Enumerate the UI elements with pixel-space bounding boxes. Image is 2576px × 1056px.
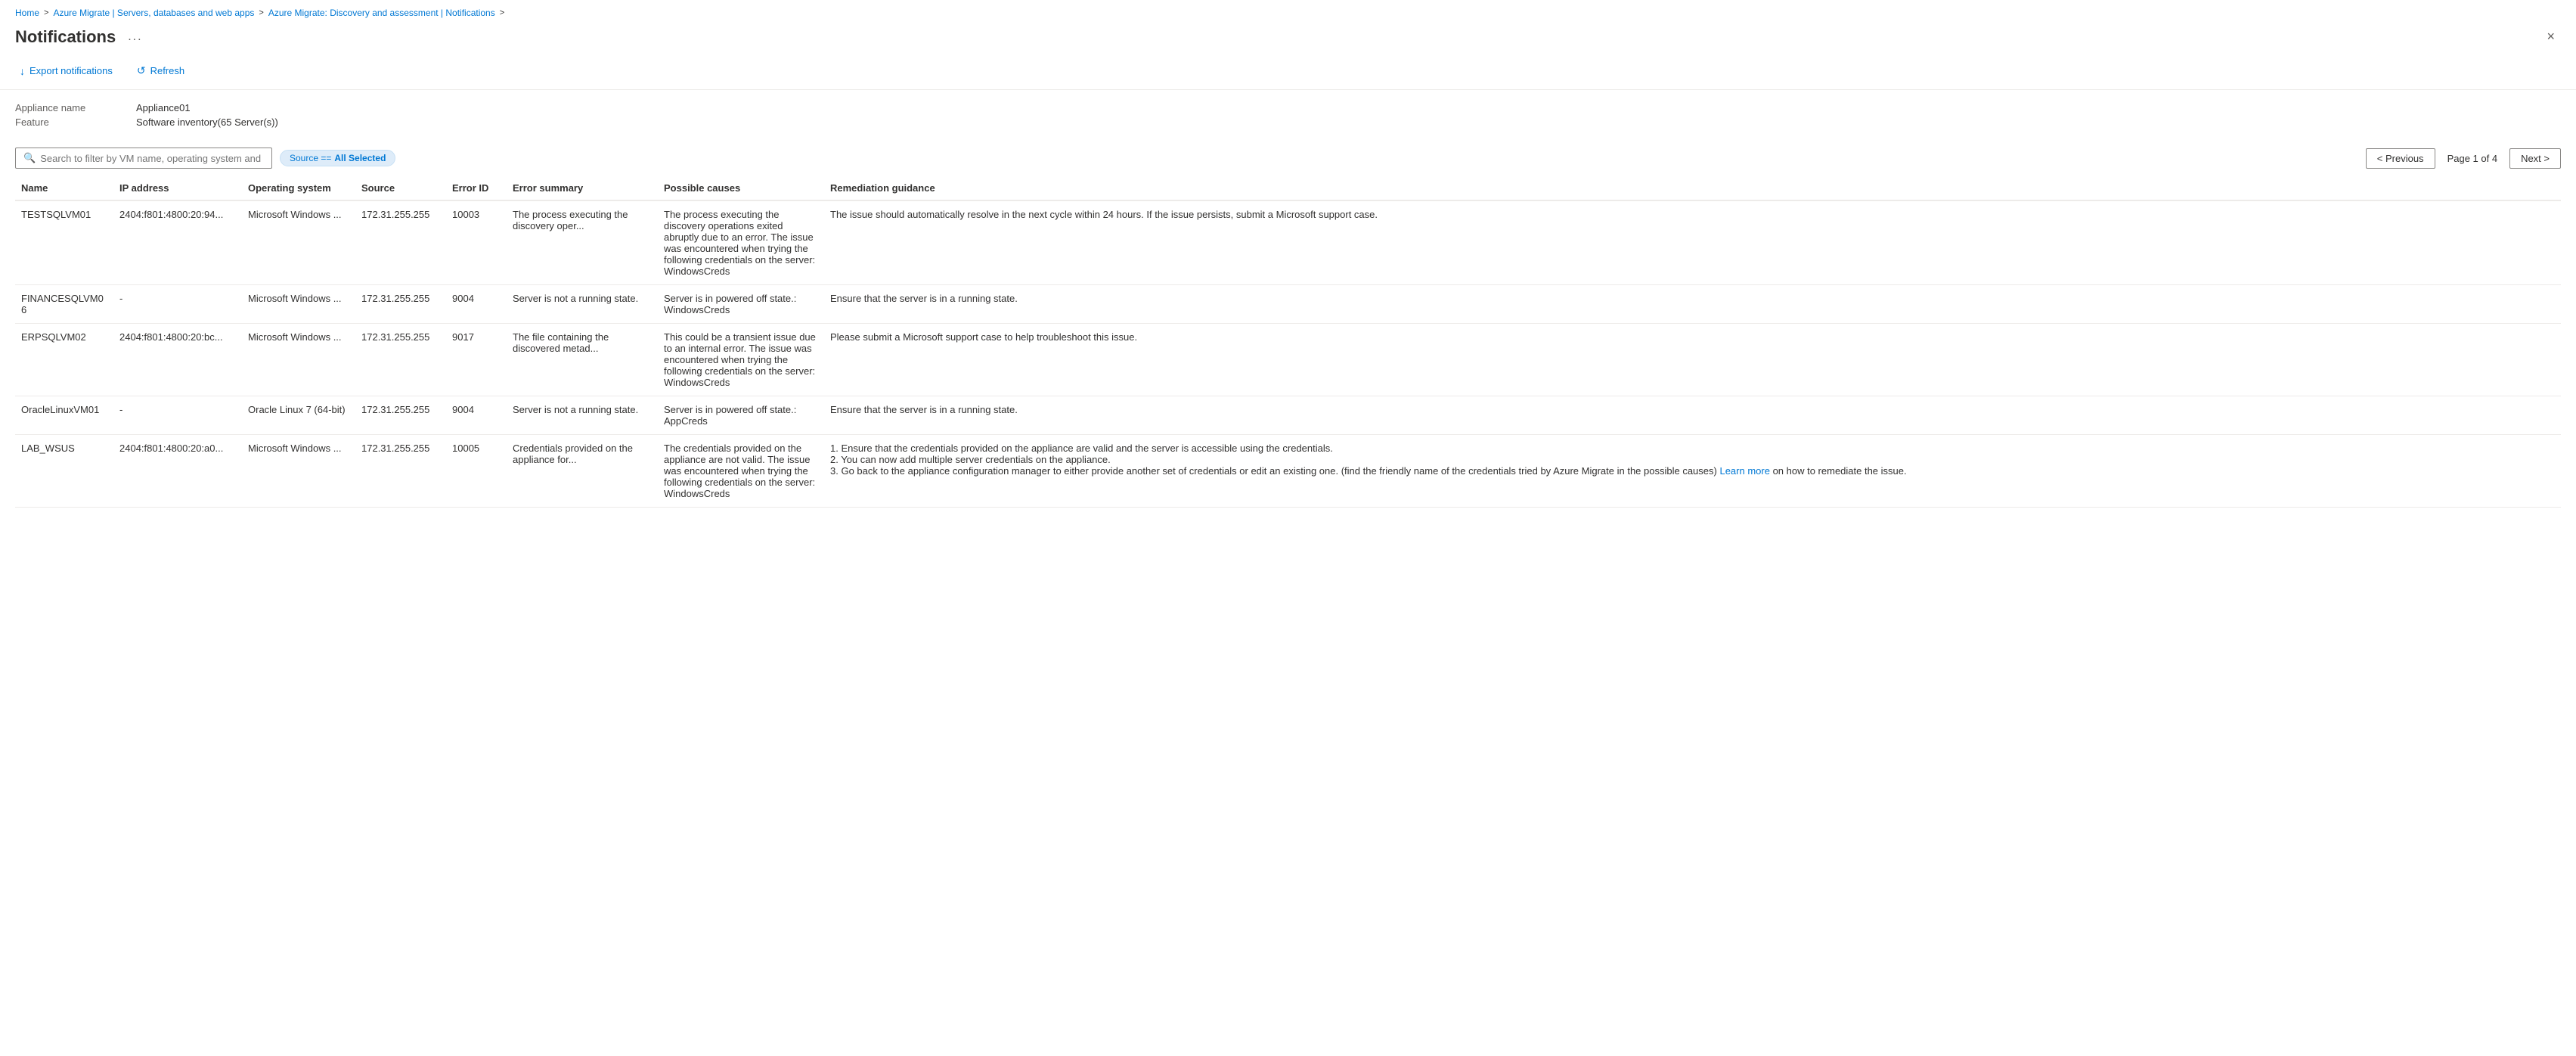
cell-possible-causes: Server is in powered off state.: AppCred… xyxy=(658,396,824,435)
table-row: LAB_WSUS2404:f801:4800:20:a0...Microsoft… xyxy=(15,435,2561,508)
filter-bar: 🔍 Source == All Selected < Previous Page… xyxy=(0,140,2576,176)
filter-right: < Previous Page 1 of 4 Next > xyxy=(2366,148,2561,169)
next-button[interactable]: Next > xyxy=(2509,148,2561,169)
cell-ip: - xyxy=(113,285,242,324)
cell-error-summary: Server is not a running state. xyxy=(507,285,658,324)
toolbar: ↓ Export notifications ↺ Refresh xyxy=(0,57,2576,90)
cell-os: Microsoft Windows ... xyxy=(242,435,355,508)
cell-os: Microsoft Windows ... xyxy=(242,285,355,324)
table-row: ERPSQLVM022404:f801:4800:20:bc...Microso… xyxy=(15,324,2561,396)
ellipsis-button[interactable]: ... xyxy=(123,29,147,45)
learn-more-link[interactable]: Learn more xyxy=(1719,465,1769,477)
cell-source: 172.31.255.255 xyxy=(355,200,446,285)
appliance-value: Appliance01 xyxy=(136,102,2561,113)
col-header-possible-causes[interactable]: Possible causes xyxy=(658,176,824,200)
source-tag-prefix: Source == xyxy=(290,153,331,163)
export-icon: ↓ xyxy=(20,65,25,77)
cell-remediation: The issue should automatically resolve i… xyxy=(824,200,2561,285)
breadcrumb-notifications[interactable]: Azure Migrate: Discovery and assessment … xyxy=(268,8,495,18)
page-title: Notifications xyxy=(15,27,116,47)
cell-error-id: 9004 xyxy=(446,285,507,324)
refresh-icon: ↺ xyxy=(137,64,146,77)
cell-error-summary: The file containing the discovered metad… xyxy=(507,324,658,396)
page-info: Page 1 of 4 xyxy=(2443,153,2503,164)
cell-remediation: Ensure that the server is in a running s… xyxy=(824,285,2561,324)
search-box: 🔍 xyxy=(15,148,272,169)
cell-possible-causes: This could be a transient issue due to a… xyxy=(658,324,824,396)
notifications-table: Name IP address Operating system Source … xyxy=(15,176,2561,508)
cell-source: 172.31.255.255 xyxy=(355,435,446,508)
cell-os: Oracle Linux 7 (64-bit) xyxy=(242,396,355,435)
breadcrumb: Home > Azure Migrate | Servers, database… xyxy=(0,0,2576,23)
cell-remediation: Ensure that the server is in a running s… xyxy=(824,396,2561,435)
cell-ip: - xyxy=(113,396,242,435)
feature-value: Software inventory(65 Server(s)) xyxy=(136,116,2561,128)
cell-remediation: 1. Ensure that the credentials provided … xyxy=(824,435,2561,508)
export-label: Export notifications xyxy=(29,65,113,76)
cell-error-summary: Server is not a running state. xyxy=(507,396,658,435)
breadcrumb-home[interactable]: Home xyxy=(15,8,39,18)
table-header: Name IP address Operating system Source … xyxy=(15,176,2561,200)
cell-source: 172.31.255.255 xyxy=(355,324,446,396)
source-filter-tag[interactable]: Source == All Selected xyxy=(280,150,395,166)
search-icon: 🔍 xyxy=(23,152,36,164)
refresh-button[interactable]: ↺ Refresh xyxy=(132,61,189,80)
table-body: TESTSQLVM012404:f801:4800:20:94...Micros… xyxy=(15,200,2561,508)
col-header-ip[interactable]: IP address xyxy=(113,176,242,200)
col-header-remediation[interactable]: Remediation guidance xyxy=(824,176,2561,200)
title-area: Notifications ... xyxy=(15,27,147,47)
export-notifications-button[interactable]: ↓ Export notifications xyxy=(15,62,117,80)
table-row: FINANCESQLVM06-Microsoft Windows ...172.… xyxy=(15,285,2561,324)
cell-source: 172.31.255.255 xyxy=(355,285,446,324)
col-header-name[interactable]: Name xyxy=(15,176,113,200)
source-tag-value: All Selected xyxy=(334,153,386,163)
table-row: TESTSQLVM012404:f801:4800:20:94...Micros… xyxy=(15,200,2561,285)
cell-error-id: 9017 xyxy=(446,324,507,396)
cell-error-summary: Credentials provided on the appliance fo… xyxy=(507,435,658,508)
cell-ip: 2404:f801:4800:20:a0... xyxy=(113,435,242,508)
cell-possible-causes: Server is in powered off state.: Windows… xyxy=(658,285,824,324)
cell-error-id: 10005 xyxy=(446,435,507,508)
cell-remediation: Please submit a Microsoft support case t… xyxy=(824,324,2561,396)
table-row: OracleLinuxVM01-Oracle Linux 7 (64-bit)1… xyxy=(15,396,2561,435)
previous-button[interactable]: < Previous xyxy=(2366,148,2435,169)
cell-name: OracleLinuxVM01 xyxy=(15,396,113,435)
cell-name: FINANCESQLVM06 xyxy=(15,285,113,324)
search-input[interactable] xyxy=(40,153,264,164)
page-header: Notifications ... × xyxy=(0,23,2576,57)
cell-os: Microsoft Windows ... xyxy=(242,200,355,285)
col-header-source[interactable]: Source xyxy=(355,176,446,200)
cell-ip: 2404:f801:4800:20:bc... xyxy=(113,324,242,396)
feature-label: Feature xyxy=(15,116,136,128)
appliance-label: Appliance name xyxy=(15,102,136,113)
cell-error-id: 9004 xyxy=(446,396,507,435)
cell-possible-causes: The credentials provided on the applianc… xyxy=(658,435,824,508)
cell-source: 172.31.255.255 xyxy=(355,396,446,435)
refresh-label: Refresh xyxy=(150,65,185,76)
notifications-table-container: Name IP address Operating system Source … xyxy=(0,176,2576,508)
cell-error-id: 10003 xyxy=(446,200,507,285)
cell-name: ERPSQLVM02 xyxy=(15,324,113,396)
cell-os: Microsoft Windows ... xyxy=(242,324,355,396)
meta-section: Appliance name Appliance01 Feature Softw… xyxy=(0,90,2576,140)
cell-possible-causes: The process executing the discovery oper… xyxy=(658,200,824,285)
breadcrumb-servers[interactable]: Azure Migrate | Servers, databases and w… xyxy=(53,8,254,18)
filter-left: 🔍 Source == All Selected xyxy=(15,148,395,169)
col-header-os[interactable]: Operating system xyxy=(242,176,355,200)
cell-ip: 2404:f801:4800:20:94... xyxy=(113,200,242,285)
col-header-error-summary[interactable]: Error summary xyxy=(507,176,658,200)
col-header-error-id[interactable]: Error ID xyxy=(446,176,507,200)
close-button[interactable]: × xyxy=(2540,26,2561,48)
cell-name: LAB_WSUS xyxy=(15,435,113,508)
cell-name: TESTSQLVM01 xyxy=(15,200,113,285)
cell-error-summary: The process executing the discovery oper… xyxy=(507,200,658,285)
